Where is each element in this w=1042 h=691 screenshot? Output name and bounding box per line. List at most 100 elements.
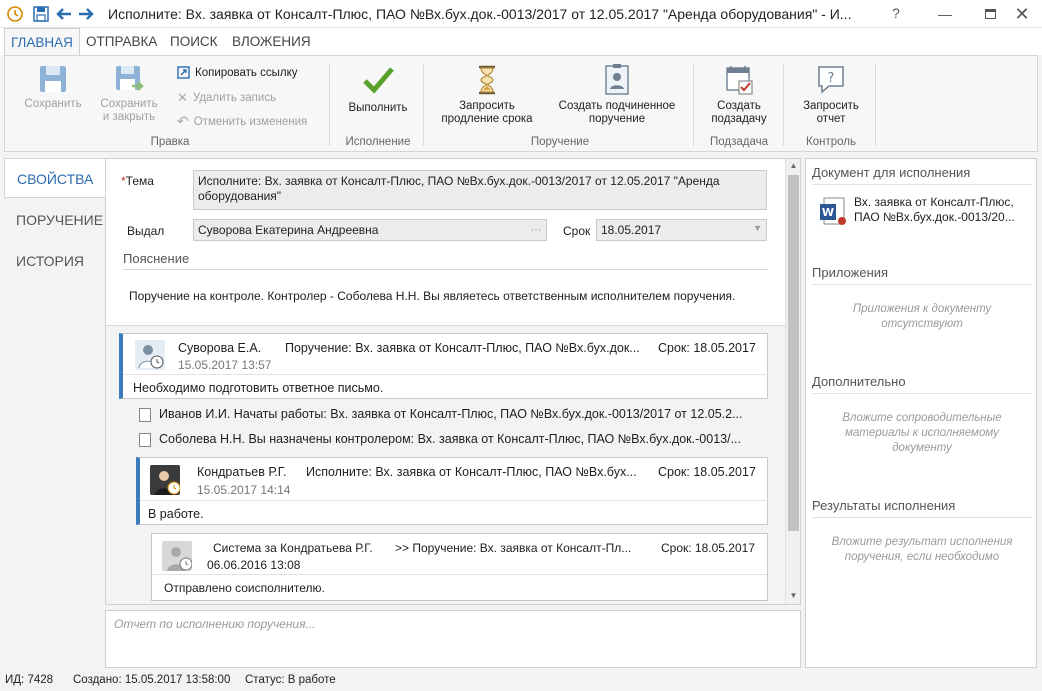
properties-panel: *Тема Исполните: Вх. заявка от Консалт-П… <box>105 158 801 605</box>
browse-dots-icon[interactable]: ··· <box>530 222 542 236</box>
event-row[interactable]: Соболева Н.Н. Вы назначены контролером: … <box>139 431 769 449</box>
save-label: Сохранить <box>24 98 82 110</box>
card-divider <box>123 374 768 375</box>
topic-label-text: Тема <box>125 174 154 188</box>
card-divider <box>140 500 768 501</box>
question-bubble-icon: ? <box>818 66 844 94</box>
extra-section-title: Дополнительно <box>812 374 1032 394</box>
title-bar: Исполните: Вх. заявка от Консалт-Плюс, П… <box>0 0 1042 28</box>
save-close-label-1: Сохранить <box>100 98 158 110</box>
create-subtask-button[interactable]: Создать подзадачу <box>703 64 775 126</box>
vertical-scrollbar[interactable]: ▲ ▼ <box>785 159 800 604</box>
status-bar: ИД: 7428 Создано: 15.05.2017 13:58:00 Ст… <box>0 670 1042 691</box>
card-body: Необходимо подготовить ответное письмо. <box>133 381 384 395</box>
nav-properties[interactable]: СВОЙСТВА <box>4 158 106 198</box>
save-close-icon <box>116 66 144 91</box>
scroll-down-icon[interactable]: ▼ <box>788 591 799 603</box>
save-icon <box>40 66 66 92</box>
svg-text:W: W <box>822 206 834 219</box>
request-extension-button[interactable]: Запросить продление срока <box>435 64 539 126</box>
results-drop-hint[interactable]: Вложите результат исполнения поручения, … <box>822 535 1022 565</box>
save-button[interactable]: Сохранить <box>19 64 87 111</box>
group-order-label: Поручение <box>530 136 590 148</box>
card-body: В работе. <box>148 507 204 521</box>
due-label: Срок <box>563 224 591 238</box>
report-placeholder: Отчет по исполнению поручения... <box>114 617 316 631</box>
extra-drop-hint[interactable]: Вложите сопроводительные материалы к исп… <box>822 411 1022 456</box>
topic-field[interactable]: Исполните: Вх. заявка от Консалт-Плюс, П… <box>193 170 767 210</box>
ribbon-tabs: ГЛАВНАЯ ОТПРАВКА ПОИСК ВЛОЖЕНИЯ <box>0 28 1042 56</box>
status-created: Создано: 15.05.2017 13:58:00 <box>73 674 231 686</box>
back-arrow-icon[interactable] <box>55 5 73 23</box>
document-link[interactable]: W Вх. заявка от Консалт-Плюс, ПАО №Вх.бу… <box>818 195 1032 235</box>
maximize-button[interactable] <box>973 0 1007 28</box>
event-text: Иванов И.И. Начаты работы: Вх. заявка от… <box>159 407 743 421</box>
create-sub-order-button[interactable]: Создать подчиненное поручение <box>553 64 681 126</box>
copy-link-button[interactable]: Копировать ссылку <box>177 66 298 79</box>
create-sub-label-1: Создать подчиненное <box>558 100 676 112</box>
note-divider <box>123 269 768 270</box>
scroll-thumb[interactable] <box>788 175 799 531</box>
ribbon-separator <box>329 64 330 146</box>
tab-search[interactable]: ПОИСК <box>164 28 224 55</box>
word-document-icon: W <box>820 197 846 225</box>
card-author: Система за Кондратьева Р.Г. <box>213 541 373 555</box>
due-value: 18.05.2017 <box>601 223 662 237</box>
card-due: Срок: 18.05.2017 <box>658 341 756 355</box>
doc-section-title: Документ для исполнения <box>812 165 1032 185</box>
undo-label: Отменить изменения <box>193 115 308 128</box>
delete-label: Удалить запись <box>192 92 277 104</box>
tab-main[interactable]: ГЛАВНАЯ <box>4 28 80 56</box>
thread-area: Суворова Е.А. Поручение: Вх. заявка от К… <box>106 325 785 604</box>
ribbon-separator <box>783 64 784 146</box>
svg-text:?: ? <box>828 71 835 86</box>
ribbon-separator <box>693 64 694 146</box>
card-author: Суворова Е.А. <box>178 341 262 355</box>
due-date-field[interactable]: 18.05.2017 ▼ <box>596 219 767 241</box>
minimize-button[interactable]: — <box>928 0 962 28</box>
forward-arrow-icon[interactable] <box>77 5 95 23</box>
ribbon-separator <box>875 64 876 146</box>
card-date: 15.05.2017 14:14 <box>197 483 291 497</box>
save-icon[interactable] <box>32 5 50 23</box>
undo-changes-button[interactable]: ↶ Отменить изменения <box>177 113 307 130</box>
scroll-up-icon[interactable]: ▲ <box>788 161 799 173</box>
avatar <box>162 541 193 571</box>
document-icon <box>139 408 151 422</box>
tab-attachments[interactable]: ВЛОЖЕНИЯ <box>226 28 317 55</box>
hourglass-icon <box>479 65 495 95</box>
close-button[interactable]: ✕ <box>1005 0 1039 28</box>
execute-button[interactable]: Выполнить <box>341 64 415 115</box>
nav-order[interactable]: ПОРУЧЕНИЕ <box>4 200 105 240</box>
nav-history[interactable]: ИСТОРИЯ <box>4 241 105 281</box>
report-label-1: Запросить <box>803 100 859 112</box>
report-label-2: отчет <box>816 113 846 125</box>
extend-label-1: Запросить <box>459 100 515 112</box>
thread-card[interactable]: Кондратьев Р.Г. Исполните: Вх. заявка от… <box>136 457 768 525</box>
topic-line-1: Исполните: Вх. заявка от Консалт-Плюс, П… <box>198 174 720 188</box>
tab-send[interactable]: ОТПРАВКА <box>80 28 163 55</box>
delete-record-button[interactable]: ✕ Удалить запись <box>177 90 276 106</box>
right-panel: Документ для исполнения W Вх. заявка от … <box>805 158 1037 668</box>
report-input[interactable]: Отчет по исполнению поручения... <box>105 610 801 668</box>
card-body: Отправлено соисполнителю. <box>164 581 325 595</box>
topic-label: *Тема <box>121 174 154 188</box>
issued-field[interactable]: Суворова Екатерина Андреевна ··· <box>193 219 547 241</box>
card-date: 06.06.2016 13:08 <box>207 558 301 572</box>
avatar <box>150 465 181 495</box>
help-button[interactable]: ? <box>879 0 913 27</box>
avatar <box>135 340 165 370</box>
extend-label-2: продление срока <box>441 113 533 125</box>
save-close-button[interactable]: Сохранить и закрыть <box>93 64 165 124</box>
card-due: Срок: 18.05.2017 <box>658 465 756 479</box>
create-sub-label-2: поручение <box>588 113 646 125</box>
thread-card[interactable]: Система за Кондратьева Р.Г. >> Поручение… <box>151 533 768 601</box>
calendar-check-icon <box>726 66 753 95</box>
clock-icon[interactable] <box>6 5 24 23</box>
dropdown-arrow-icon[interactable]: ▼ <box>753 223 762 233</box>
thread-card[interactable]: Суворова Е.А. Поручение: Вх. заявка от К… <box>119 333 768 399</box>
undo-icon: ↶ <box>177 113 189 129</box>
request-report-button[interactable]: ? Запросить отчет <box>793 64 869 126</box>
event-row[interactable]: Иванов И.И. Начаты работы: Вх. заявка от… <box>139 406 769 424</box>
subtask-label-1: Создать <box>717 100 761 112</box>
